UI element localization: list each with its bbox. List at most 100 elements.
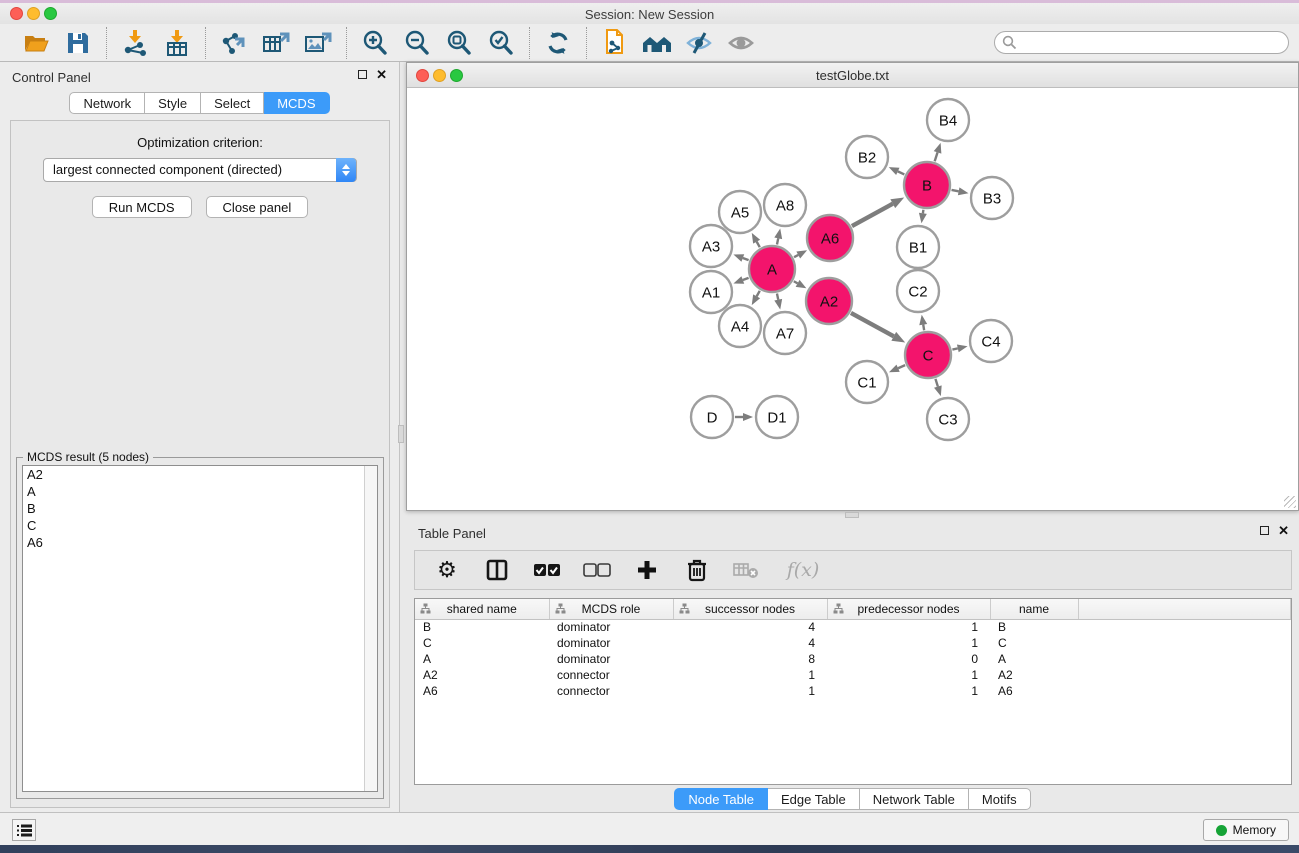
node-table[interactable]: shared name MCDS role successor nodes pr… [414, 598, 1292, 785]
graph-edge[interactable] [851, 313, 894, 336]
graph-node-label: B3 [983, 190, 1001, 207]
graph-edge[interactable] [935, 152, 938, 161]
graph-edge[interactable] [923, 210, 924, 214]
table-row[interactable]: Cdominator41C [415, 635, 1291, 651]
graph-edge[interactable] [952, 348, 957, 349]
column-header-successor-nodes[interactable]: successor nodes [673, 599, 827, 619]
refresh-icon[interactable] [542, 28, 574, 58]
main-toolbar [0, 24, 1299, 62]
column-header-name[interactable]: name [990, 599, 1078, 619]
tab-style[interactable]: Style [145, 92, 201, 114]
column-selector-icon[interactable] [483, 556, 511, 584]
tab-mcds[interactable]: MCDS [264, 92, 329, 114]
table-row[interactable]: A2connector11A2 [415, 667, 1291, 683]
network-canvas[interactable]: B4B2BB3A5A8A6B1A3AA1C2A2A4A7C4CC1C3DD1 [407, 88, 1298, 510]
open-file-icon[interactable] [20, 28, 52, 58]
graph-node-label: A [767, 261, 777, 278]
zoom-in-icon[interactable] [359, 28, 391, 58]
table-settings-gear-icon[interactable]: ⚙ [433, 556, 461, 584]
mcds-result-item[interactable]: A [23, 483, 377, 500]
task-history-icon[interactable] [12, 819, 36, 841]
column-header-mcds-role[interactable]: MCDS role [549, 599, 673, 619]
graph-edge-arrowhead [958, 187, 969, 195]
status-bar: Memory [0, 812, 1299, 845]
search-input[interactable] [994, 31, 1289, 54]
graph-edge-arrowhead [774, 299, 782, 310]
import-table-icon[interactable] [161, 28, 193, 58]
window-title: Session: New Session [0, 7, 1299, 22]
vertical-splitter-grip[interactable] [398, 425, 404, 443]
graph-edge[interactable] [794, 255, 798, 257]
deselect-all-icon[interactable] [583, 556, 611, 584]
graph-edge[interactable] [777, 238, 778, 244]
graph-edge[interactable] [898, 171, 905, 174]
column-type-icon [833, 603, 844, 614]
tab-motifs[interactable]: Motifs [969, 788, 1031, 810]
hide-selection-icon[interactable] [683, 28, 715, 58]
tab-select[interactable]: Select [201, 92, 264, 114]
zoom-out-icon[interactable] [401, 28, 433, 58]
graph-node-label: C1 [857, 374, 876, 391]
mcds-result-legend: MCDS result (5 nodes) [23, 450, 153, 464]
show-all-icon[interactable] [725, 28, 757, 58]
tab-network[interactable]: Network [69, 92, 145, 114]
mcds-result-list[interactable]: A2ABCA6 [22, 465, 378, 792]
table-panel-title: Table Panel [418, 526, 486, 541]
memory-button[interactable]: Memory [1203, 819, 1289, 841]
table-row[interactable]: A6connector11A6 [415, 683, 1291, 699]
mcds-result-item[interactable]: B [23, 500, 377, 517]
zoom-selected-icon[interactable] [485, 28, 517, 58]
zoom-fit-icon[interactable] [443, 28, 475, 58]
first-neighbors-icon[interactable] [641, 28, 673, 58]
select-all-icon[interactable] [533, 556, 561, 584]
table-row[interactable]: Bdominator41B [415, 619, 1291, 635]
graph-edge[interactable] [777, 293, 778, 299]
mcds-panel-body: Optimization criterion: largest connecte… [10, 120, 390, 808]
mcds-result-item[interactable]: A6 [23, 534, 377, 551]
run-mcds-button[interactable]: Run MCDS [92, 196, 192, 218]
graph-edge-arrowhead [733, 254, 744, 261]
graph-edge[interactable] [898, 365, 905, 368]
tab-network-table[interactable]: Network Table [860, 788, 969, 810]
export-image-icon[interactable] [302, 28, 334, 58]
graph-edge[interactable] [935, 379, 937, 387]
export-table-icon[interactable] [260, 28, 292, 58]
column-header-shared-name[interactable]: shared name [415, 599, 549, 619]
graph-edge[interactable] [743, 278, 749, 280]
delete-table-icon[interactable] [733, 556, 761, 584]
select-stepper-icon[interactable] [336, 158, 356, 182]
graph-edge[interactable] [923, 325, 924, 331]
window-resize-grip[interactable] [1284, 496, 1296, 508]
criterion-select[interactable]: largest connected component (directed) [43, 158, 357, 182]
close-table-panel-icon[interactable]: ✕ [1278, 525, 1289, 536]
network-graph[interactable]: B4B2BB3A5A8A6B1A3AA1C2A2A4A7C4CC1C3DD1 [407, 88, 1298, 510]
function-builder-icon[interactable]: f(x) [783, 556, 823, 584]
tab-node-table[interactable]: Node Table [674, 788, 768, 810]
graph-edge[interactable] [743, 258, 749, 260]
export-network-icon[interactable] [218, 28, 250, 58]
column-header-predecessor-nodes[interactable]: predecessor nodes [827, 599, 990, 619]
import-network-icon[interactable] [119, 28, 151, 58]
result-scrollbar[interactable] [364, 466, 377, 791]
mcds-result-item[interactable]: C [23, 517, 377, 534]
save-session-icon[interactable] [62, 28, 94, 58]
graph-edge[interactable] [757, 291, 760, 297]
close-panel-icon[interactable]: ✕ [376, 69, 387, 80]
tab-edge-table[interactable]: Edge Table [768, 788, 860, 810]
float-table-panel-icon[interactable] [1260, 526, 1269, 535]
graph-edge[interactable] [794, 281, 798, 283]
graph-edge-arrowhead [919, 213, 927, 223]
close-panel-button[interactable]: Close panel [206, 196, 309, 218]
graph-edge[interactable] [852, 204, 893, 226]
graph-edge-arrowhead [891, 332, 905, 343]
new-network-from-selection-icon[interactable] [599, 28, 631, 58]
control-panel-tabs: Network Style Select MCDS [0, 92, 399, 114]
mcds-result-item[interactable]: A2 [23, 466, 377, 483]
horizontal-splitter-grip[interactable] [845, 512, 859, 518]
add-column-icon[interactable] [633, 556, 661, 584]
graph-edge[interactable] [952, 190, 959, 191]
graph-edge[interactable] [757, 242, 760, 248]
table-row[interactable]: Adominator80A [415, 651, 1291, 667]
float-panel-icon[interactable] [358, 70, 367, 79]
delete-column-icon[interactable] [683, 556, 711, 584]
